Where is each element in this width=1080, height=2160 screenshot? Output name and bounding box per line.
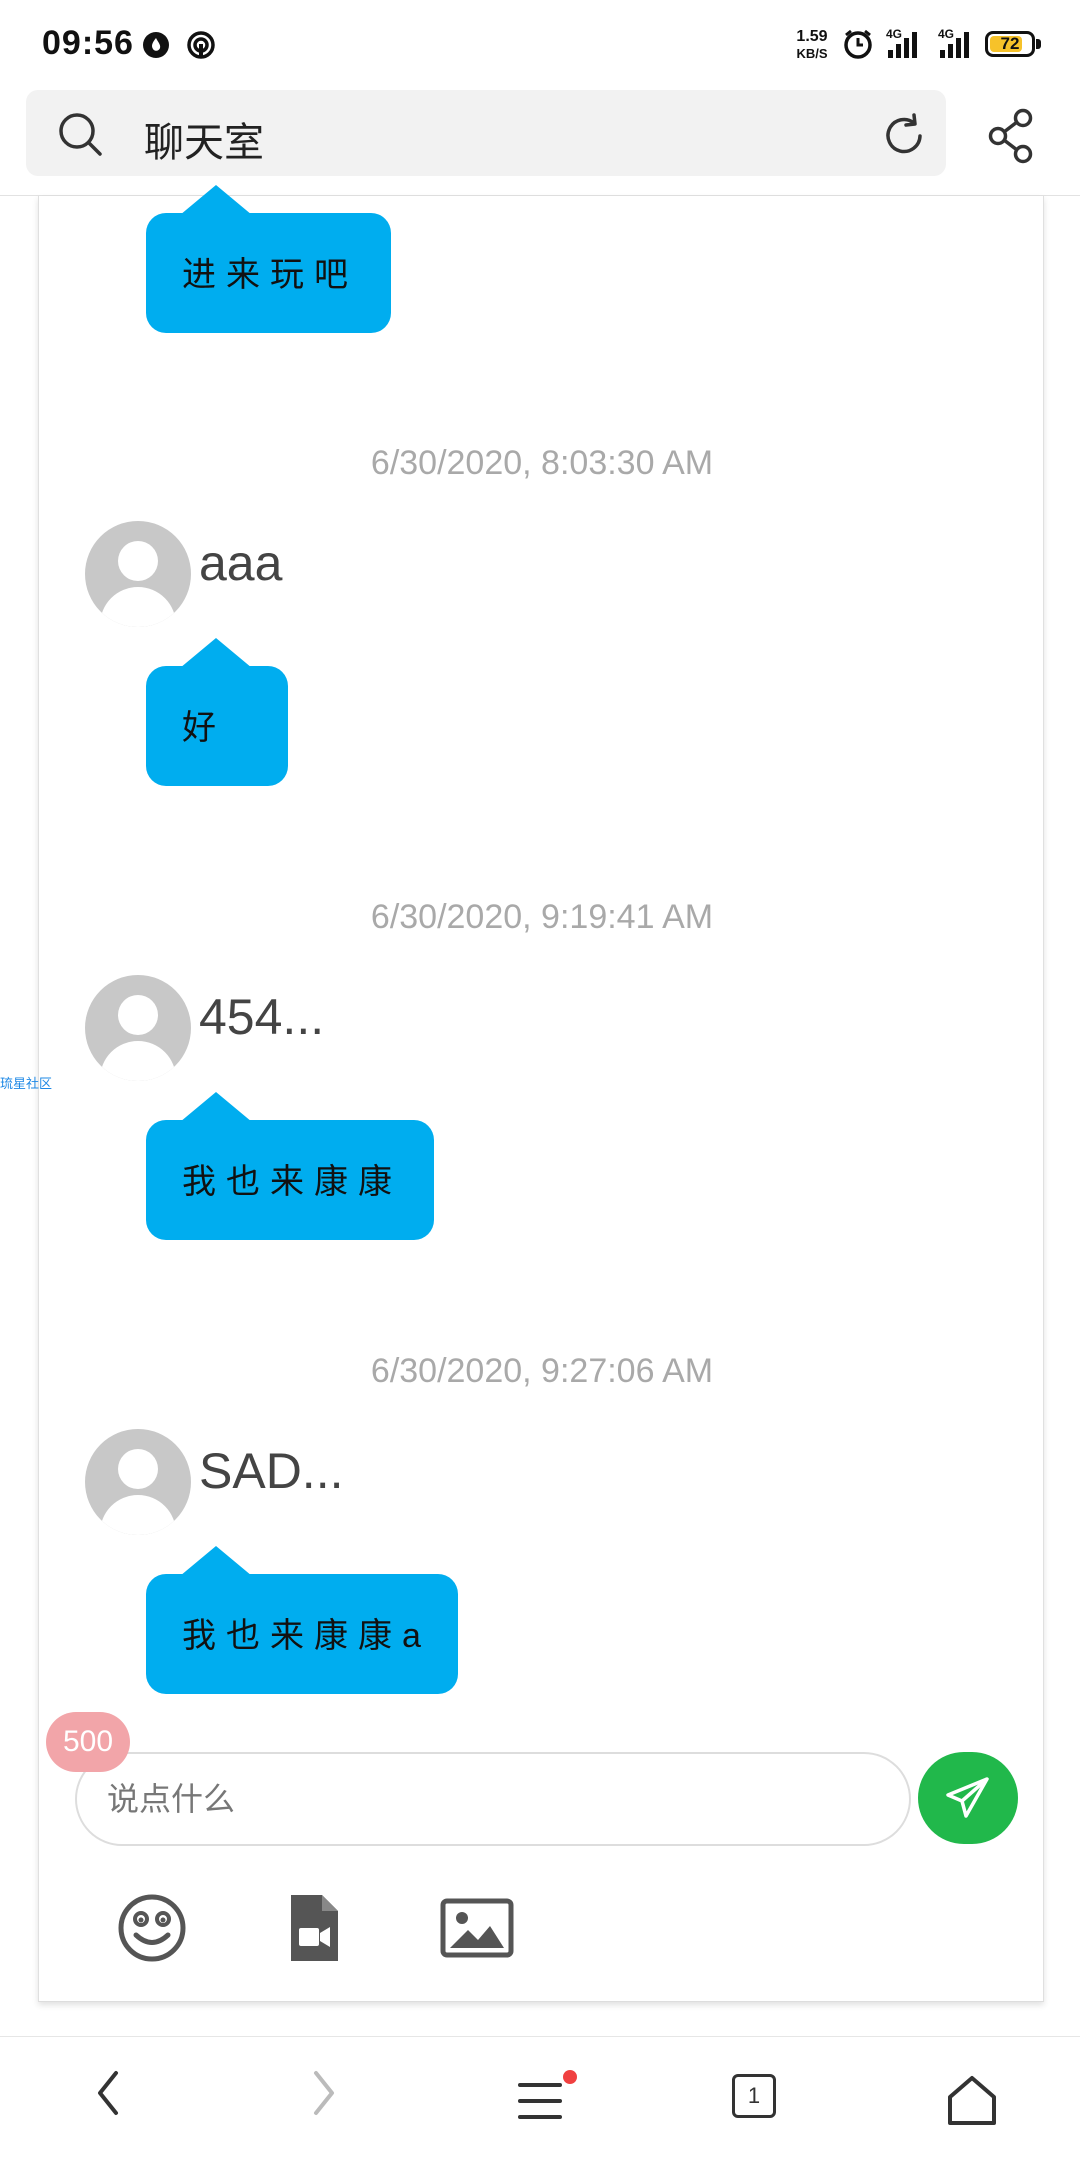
- net-speed-value: 1.59: [796, 28, 828, 45]
- message-timestamp: 6/30/2020, 9:19:41 AM: [370, 898, 714, 936]
- tabs-icon[interactable]: 1: [732, 2074, 776, 2118]
- battery-level: 72: [1000, 34, 1020, 53]
- video-file-icon[interactable]: [286, 1892, 342, 1964]
- avatar[interactable]: [85, 521, 191, 627]
- net-speed-unit: KB/S: [796, 46, 828, 61]
- message-text: 我也来康康a: [182, 1617, 431, 1655]
- username: SAD...: [199, 1443, 344, 1499]
- avatar[interactable]: [85, 975, 191, 1081]
- message-text: 我也来康康: [182, 1163, 402, 1201]
- home-icon[interactable]: [944, 2073, 1000, 2129]
- message-text: 进来玩吧: [182, 256, 358, 294]
- message-input[interactable]: [75, 1752, 911, 1846]
- message-bubble: 进来玩吧: [146, 185, 391, 333]
- remaining-count-badge: 500: [46, 1712, 130, 1772]
- search-icon[interactable]: [56, 110, 104, 158]
- top-bar: 聊天室: [0, 90, 1080, 196]
- status-time: 09:56: [42, 24, 134, 62]
- alarm-icon: [844, 29, 872, 59]
- address-bar[interactable]: 聊天室: [26, 90, 946, 176]
- app-notification-icon: [143, 32, 169, 58]
- forward-icon[interactable]: [304, 2065, 344, 2121]
- hotspot-icon: [187, 31, 215, 59]
- paper-plane-icon: [946, 1777, 989, 1818]
- username: 454...: [199, 989, 325, 1045]
- menu-icon[interactable]: [516, 2077, 564, 2125]
- username: aaa: [199, 535, 283, 591]
- image-icon[interactable]: [440, 1898, 514, 1958]
- message-bubble: 好: [146, 638, 288, 786]
- status-bar: 09:56 1.59 KB/S 4G 4G 72: [0, 0, 1080, 90]
- app-root: 09:56 1.59 KB/S 4G 4G 72 聊天室 进来玩吧 6/30/2…: [0, 0, 1080, 2160]
- net-speed: 1.59 KB/S: [790, 28, 834, 62]
- side-link[interactable]: 琉星社区: [0, 1073, 52, 1092]
- signal-icon: [940, 32, 969, 58]
- share-icon[interactable]: [986, 108, 1036, 164]
- emoji-icon[interactable]: [116, 1892, 188, 1964]
- battery-tip: [1036, 39, 1041, 49]
- back-icon[interactable]: [88, 2065, 128, 2121]
- send-button[interactable]: [918, 1752, 1018, 1844]
- avatar[interactable]: [85, 1429, 191, 1535]
- chat-panel[interactable]: 进来玩吧 6/30/2020, 8:03:30 AM aaa 好 6/30/20…: [38, 185, 1044, 2002]
- page-title: 聊天室: [144, 121, 264, 165]
- refresh-icon[interactable]: [880, 112, 928, 160]
- message-bubble: 我也来康康: [146, 1092, 434, 1240]
- signal-icon: [888, 32, 917, 58]
- message-text: 好: [182, 709, 226, 747]
- bottom-nav: [0, 2036, 1080, 2160]
- message-timestamp: 6/30/2020, 8:03:30 AM: [370, 444, 714, 482]
- message-timestamp: 6/30/2020, 9:27:06 AM: [370, 1352, 714, 1390]
- message-bubble: 我也来康康a: [146, 1546, 458, 1694]
- battery-icon: 72: [985, 31, 1035, 57]
- menu-notification-dot: [563, 2070, 577, 2084]
